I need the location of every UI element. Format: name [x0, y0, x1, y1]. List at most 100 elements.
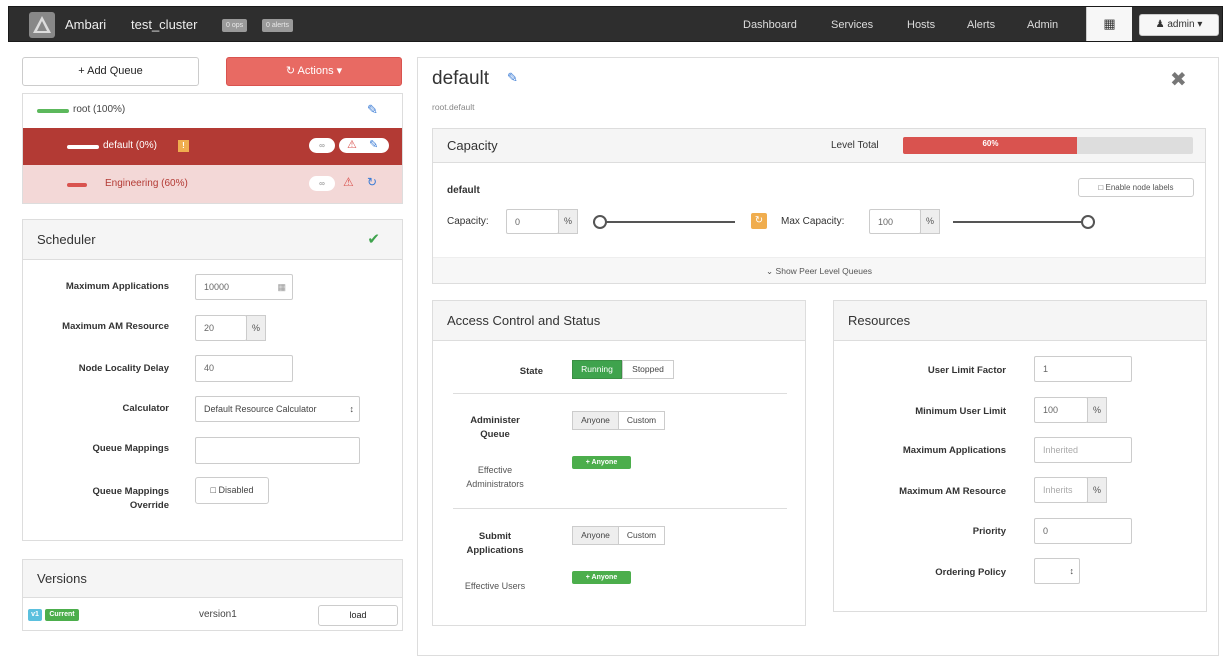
views-grid-icon[interactable]: ▦ — [1086, 7, 1132, 41]
res-max-am-input[interactable]: Inherits — [1034, 477, 1088, 503]
enable-node-labels-button[interactable]: □ Enable node labels — [1078, 178, 1194, 197]
divider — [453, 393, 787, 394]
alert-triangle-icon: ⚠ — [347, 139, 357, 151]
queue-row-default[interactable]: default (0%) ! ∞ ⚠ ✎ — [23, 128, 402, 165]
access-control-header: Access Control and Status — [433, 301, 805, 341]
max-capacity-slider-track[interactable] — [953, 221, 1095, 223]
override-toggle-button[interactable]: □ Disabled — [195, 477, 269, 504]
nav-hosts[interactable]: Hosts — [907, 19, 935, 31]
queue-mappings-input[interactable] — [195, 437, 360, 464]
max-am-label: Maximum AM Resource — [62, 321, 169, 332]
refresh-icon[interactable]: ↻ — [367, 175, 377, 189]
state-running-button[interactable]: Running — [572, 360, 622, 379]
resources-panel: Resources User Limit Factor 1 Minimum Us… — [833, 300, 1207, 612]
effective-admins-line2: Administrators — [466, 479, 524, 489]
ordering-policy-select[interactable]: ↕ — [1034, 558, 1080, 584]
cluster-name[interactable]: test_cluster — [131, 17, 197, 32]
queue-row-root[interactable]: root (100%) ✎ — [23, 94, 402, 128]
status-icons-pill: ⚠ ✎ — [339, 138, 389, 153]
max-apps-value: 10000 — [204, 282, 230, 292]
node-locality-input[interactable]: 40 — [195, 355, 293, 382]
anyone-admin-badge: + Anyone — [572, 456, 631, 469]
root-queue-label: root (100%) — [73, 104, 126, 115]
spinner-icon[interactable]: ▦ — [277, 275, 286, 299]
add-queue-button[interactable]: + Add Queue — [22, 57, 199, 86]
submit-label-line1: Submit — [478, 531, 512, 542]
max-capacity-input[interactable]: 100 — [869, 209, 921, 234]
queue-detail-panel: default ✎ root.default ✖ Capacity Level … — [417, 57, 1219, 656]
ambari-logo-icon[interactable] — [29, 12, 55, 38]
engineering-capacity-bar — [67, 183, 87, 187]
max-capacity-slider-handle[interactable] — [1081, 215, 1095, 229]
nav-admin[interactable]: Admin — [1027, 19, 1058, 31]
level-total-value: 60% — [982, 139, 999, 148]
res-max-apps-input[interactable]: Inherited — [1034, 437, 1132, 463]
capacity-percent-addon: % — [558, 209, 578, 234]
user-limit-factor-input[interactable]: 1 — [1034, 356, 1132, 382]
priority-input[interactable]: 0 — [1034, 518, 1132, 544]
capacity-label: Capacity: — [447, 216, 489, 227]
state-stopped-button[interactable]: Stopped — [622, 360, 674, 379]
edit-pencil-icon[interactable]: ✎ — [369, 138, 378, 151]
brand-name[interactable]: Ambari — [65, 17, 106, 32]
nav-alerts[interactable]: Alerts — [967, 19, 995, 31]
access-control-panel: Access Control and Status State Running … — [432, 300, 806, 626]
chevron-down-icon: ⌄ — [766, 266, 774, 276]
capacity-input[interactable]: 0 — [506, 209, 559, 234]
edit-title-icon[interactable]: ✎ — [507, 70, 518, 86]
user-menu-button[interactable]: ♟ admin ▾ — [1139, 14, 1219, 36]
res-max-am-label: Maximum AM Resource — [899, 486, 1006, 497]
engineering-queue-label: Engineering (60%) — [105, 178, 188, 189]
capacity-queue-name: default — [447, 185, 480, 196]
caret-down-icon: ▾ — [1197, 19, 1203, 30]
calculator-value: Default Resource Calculator — [204, 404, 317, 414]
administer-custom-button[interactable]: Custom — [618, 411, 665, 430]
calculator-select[interactable]: Default Resource Calculator ↕ — [195, 396, 360, 422]
scheduler-title: Scheduler — [37, 232, 96, 247]
max-am-input[interactable]: 20 — [195, 315, 247, 341]
default-queue-label: default (0%) — [103, 140, 157, 151]
versions-title: Versions — [37, 571, 87, 586]
link-icon[interactable]: ∞ — [309, 176, 335, 191]
capacity-slider-track[interactable] — [593, 221, 735, 223]
override-label: Queue Mappings Override — [33, 485, 169, 513]
priority-label: Priority — [972, 526, 1006, 537]
ops-badge[interactable]: 0 ops — [222, 19, 248, 32]
alert-triangle-icon: ⚠ — [343, 175, 354, 189]
effective-admins-label: Effective Administrators — [447, 463, 543, 491]
min-user-limit-input[interactable]: 100 — [1034, 397, 1088, 423]
level-total-bar: 60% — [903, 137, 1193, 154]
capacity-title: Capacity — [447, 138, 498, 153]
edit-pencil-icon[interactable]: ✎ — [367, 102, 378, 118]
submit-custom-button[interactable]: Custom — [618, 526, 665, 545]
capacity-header: Capacity Level Total 60% — [433, 129, 1205, 163]
user-limit-factor-label: User Limit Factor — [927, 365, 1006, 376]
actions-button[interactable]: ↻ Actions ▾ — [226, 57, 402, 86]
show-peer-queues-toggle[interactable]: ⌄ Show Peer Level Queues — [433, 257, 1205, 283]
submit-anyone-button[interactable]: Anyone — [572, 526, 619, 545]
alerts-badge[interactable]: 0 alerts — [262, 19, 293, 32]
min-user-limit-percent-addon: % — [1087, 397, 1107, 423]
scheduler-header: Scheduler ✔ — [23, 220, 402, 260]
sync-icon[interactable]: ↻ — [751, 213, 767, 229]
override-label-line2: Override — [129, 500, 169, 511]
nav-dashboard[interactable]: Dashboard — [743, 19, 797, 31]
refresh-icon: ↻ — [285, 65, 296, 77]
caret-down-icon: ▾ — [336, 65, 343, 77]
close-icon[interactable]: ✖ — [1170, 67, 1187, 92]
administer-anyone-button[interactable]: Anyone — [572, 411, 619, 430]
select-arrows-icon: ↕ — [1069, 566, 1075, 576]
queue-row-engineering[interactable]: Engineering (60%) ∞ ⚠ ↻ — [23, 165, 402, 203]
override-value: Disabled — [218, 485, 254, 495]
override-label-line1: Queue Mappings — [92, 486, 169, 497]
ordering-policy-label: Ordering Policy — [935, 567, 1006, 578]
actions-label: Actions — [297, 65, 334, 77]
capacity-slider-handle[interactable] — [593, 215, 607, 229]
link-icon[interactable]: ∞ — [309, 138, 335, 153]
queue-path: root.default — [432, 102, 475, 112]
max-capacity-percent-addon: % — [920, 209, 940, 234]
max-apps-input[interactable]: 10000 ▦ — [195, 274, 293, 300]
res-max-am-percent-addon: % — [1087, 477, 1107, 503]
load-button[interactable]: load — [318, 605, 398, 626]
nav-services[interactable]: Services — [831, 19, 873, 31]
